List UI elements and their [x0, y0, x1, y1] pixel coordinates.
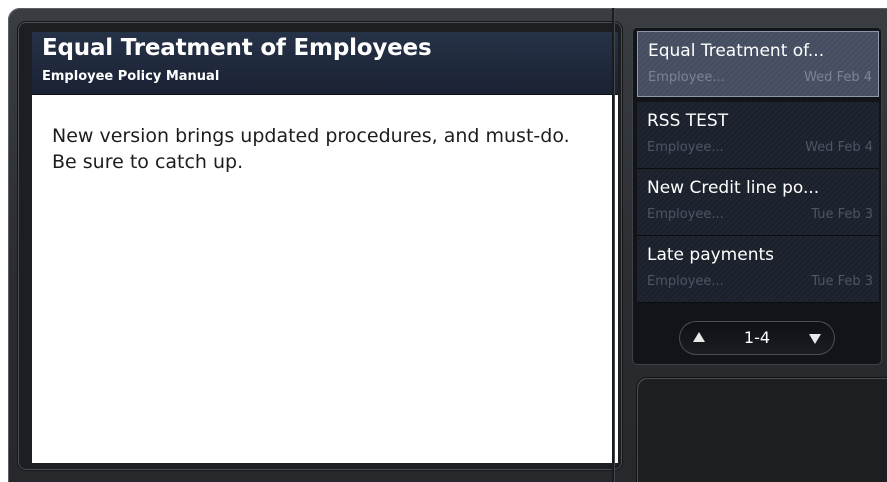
list-item-title: Late payments — [647, 245, 775, 265]
article-title: Equal Treatment of Employees — [42, 35, 432, 61]
list-item[interactable]: Equal Treatment of... Employee... Wed Fe… — [637, 31, 879, 97]
list-item-source: Employee... — [647, 207, 724, 222]
list-item-title: New Credit line po... — [647, 178, 820, 198]
list-item-date: Tue Feb 3 — [811, 207, 873, 222]
list-item[interactable]: RSS TEST Employee... Wed Feb 4 — [637, 102, 879, 169]
triangle-down-icon[interactable] — [809, 334, 821, 344]
article-subtitle: Employee Policy Manual — [42, 69, 220, 84]
lower-panel — [637, 378, 887, 482]
article-header: Equal Treatment of Employees Employee Po… — [32, 32, 618, 95]
list-item-title: RSS TEST — [647, 111, 729, 131]
list-item-title: Equal Treatment of... — [648, 41, 825, 61]
article-text: New version brings updated procedures, a… — [52, 125, 570, 173]
list-item-source: Employee... — [647, 274, 724, 289]
list-item-source: Employee... — [648, 70, 725, 85]
list-item-date: Wed Feb 4 — [805, 140, 873, 155]
list-item-date: Wed Feb 4 — [804, 70, 872, 85]
list-item[interactable]: New Credit line po... Employee... Tue Fe… — [637, 169, 879, 236]
list-item-source: Employee... — [647, 140, 724, 155]
list-item-date: Tue Feb 3 — [811, 274, 873, 289]
panel-divider — [612, 8, 614, 482]
list-item[interactable]: Late payments Employee... Tue Feb 3 — [637, 236, 879, 303]
pager: 1-4 — [679, 321, 835, 355]
article-body: New version brings updated procedures, a… — [32, 95, 618, 463]
